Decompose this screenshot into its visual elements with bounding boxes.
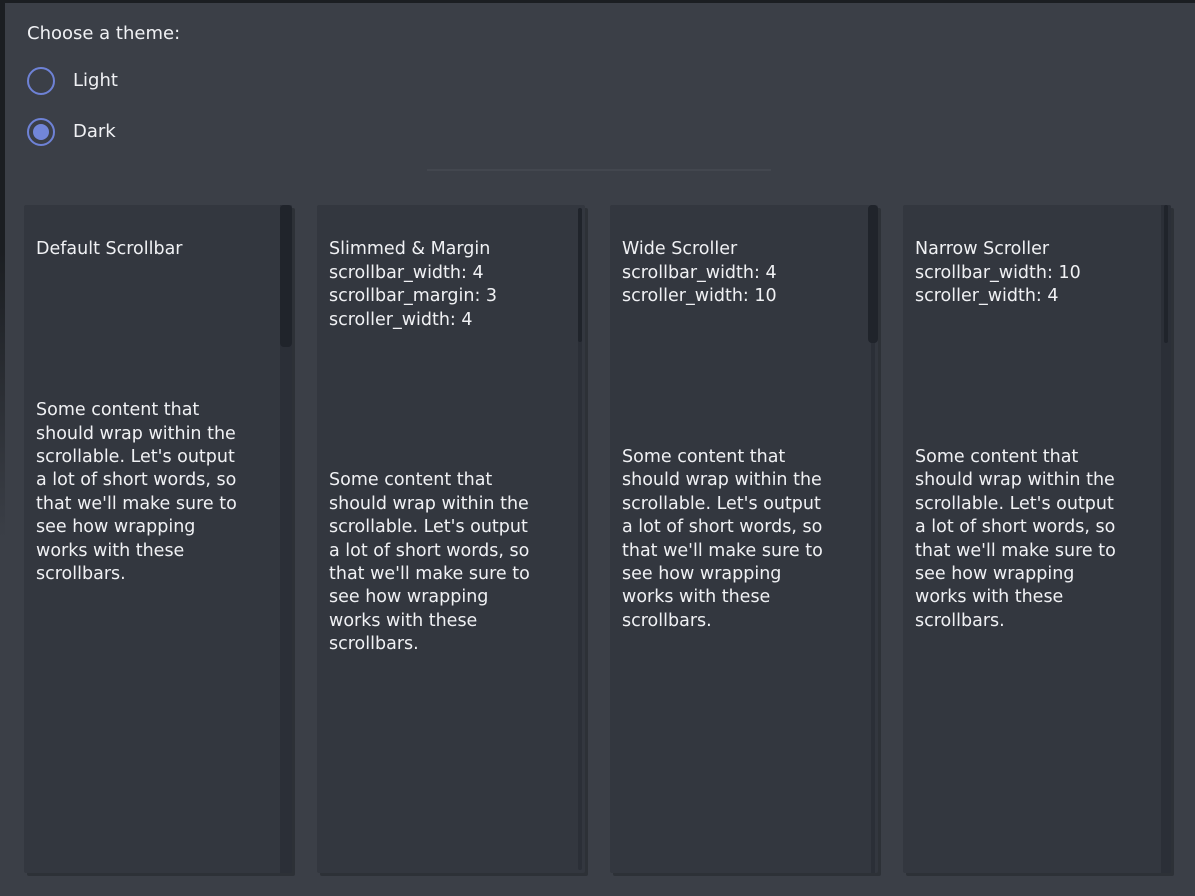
panel-content: Some content that should wrap within the… <box>329 469 569 656</box>
radio-label-light: Light <box>73 70 118 91</box>
radio-dot <box>33 73 49 89</box>
window-border-top <box>0 0 1195 3</box>
radio-dot <box>33 124 49 140</box>
scrollbar-thumb[interactable] <box>868 205 878 343</box>
radio-button-light-icon[interactable] <box>27 67 55 95</box>
horizontal-divider <box>427 169 771 171</box>
panel-text: Narrow Scroller scrollbar_width: 10 scro… <box>915 215 1155 657</box>
theme-option-light[interactable]: Light <box>27 58 180 103</box>
scrollbar-thumb[interactable] <box>578 208 582 342</box>
radio-button-dark-icon[interactable] <box>27 118 55 146</box>
theme-chooser: Choose a theme: Light Dark <box>27 22 180 160</box>
panel-content: Some content that should wrap within the… <box>36 399 276 586</box>
panel-header: Wide Scroller scrollbar_width: 4 scrolle… <box>622 238 862 308</box>
panel-header: Slimmed & Margin scrollbar_width: 4 scro… <box>329 238 569 332</box>
panel-text: Wide Scroller scrollbar_width: 4 scrolle… <box>622 215 862 657</box>
panel-header: Default Scrollbar <box>36 238 276 261</box>
panel-default-scrollbar[interactable]: Default Scrollbar Some content that shou… <box>24 205 292 873</box>
theme-option-dark[interactable]: Dark <box>27 109 180 154</box>
scrollbar-thumb[interactable] <box>1164 205 1168 343</box>
panel-header: Narrow Scroller scrollbar_width: 10 scro… <box>915 238 1155 308</box>
panel-text: Slimmed & Margin scrollbar_width: 4 scro… <box>329 215 569 680</box>
radio-label-dark: Dark <box>73 121 116 142</box>
panel-content: Some content that should wrap within the… <box>622 446 862 633</box>
panel-slimmed-margin[interactable]: Slimmed & Margin scrollbar_width: 4 scro… <box>317 205 585 873</box>
scrollbar-thumb[interactable] <box>280 205 292 347</box>
panel-narrow-scroller[interactable]: Narrow Scroller scrollbar_width: 10 scro… <box>903 205 1171 873</box>
window-border-left <box>0 0 5 896</box>
panel-content: Some content that should wrap within the… <box>915 446 1155 633</box>
theme-prompt: Choose a theme: <box>27 22 180 46</box>
panel-wide-scroller[interactable]: Wide Scroller scrollbar_width: 4 scrolle… <box>610 205 878 873</box>
scrollbar-demo-panels: Default Scrollbar Some content that shou… <box>24 205 1171 873</box>
panel-text: Default Scrollbar Some content that shou… <box>36 215 276 610</box>
